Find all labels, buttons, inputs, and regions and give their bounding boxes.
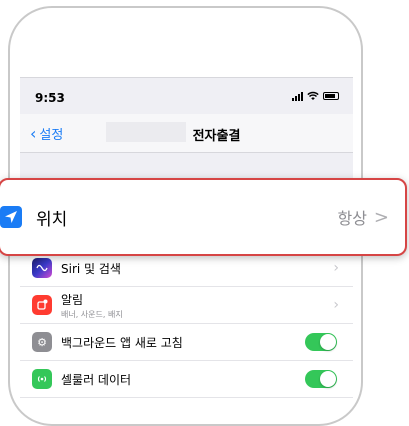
row-label: 알림: [61, 292, 84, 307]
wifi-icon: [307, 91, 319, 100]
gear-icon: ⚙: [32, 332, 52, 352]
cellular-signal-icon: [292, 91, 303, 101]
notification-icon: [32, 295, 52, 315]
antenna-icon: [32, 369, 52, 389]
page-title: 전자출결: [192, 129, 241, 144]
row-background-refresh: ⚙ 백그라운드 앱 새로 고침: [20, 324, 353, 361]
status-icons: [292, 91, 339, 101]
chevron-right-icon: ›: [333, 297, 339, 313]
navigation-bar: ‹ 설정 전자출결: [20, 114, 353, 153]
row-notifications[interactable]: 알림 배너, 사운드, 배지 ›: [20, 287, 353, 324]
siri-icon: [32, 258, 52, 278]
row-sublabel: 배너, 사운드, 배지: [61, 309, 123, 319]
cellular-data-toggle[interactable]: [305, 370, 337, 388]
battery-icon: [323, 92, 339, 100]
status-bar: 9:53: [20, 78, 353, 114]
row-cellular-data: 셀룰러 데이터: [20, 361, 353, 398]
chevron-right-icon: >: [373, 206, 389, 228]
location-arrow-icon: [0, 206, 22, 228]
location-label: 위치: [36, 209, 68, 230]
background-refresh-toggle[interactable]: [305, 333, 337, 351]
settings-list: Siri 및 검색 › 알림 배너, 사운드, 배지 › ⚙ 백그라운드 앱 새…: [20, 250, 353, 398]
row-label: Siri 및 검색: [61, 261, 121, 276]
location-value: 항상: [337, 209, 367, 228]
status-time: 9:53: [35, 91, 65, 105]
location-row-highlight[interactable]: 위치 항상 >: [0, 178, 407, 256]
chevron-right-icon: ›: [333, 260, 339, 276]
